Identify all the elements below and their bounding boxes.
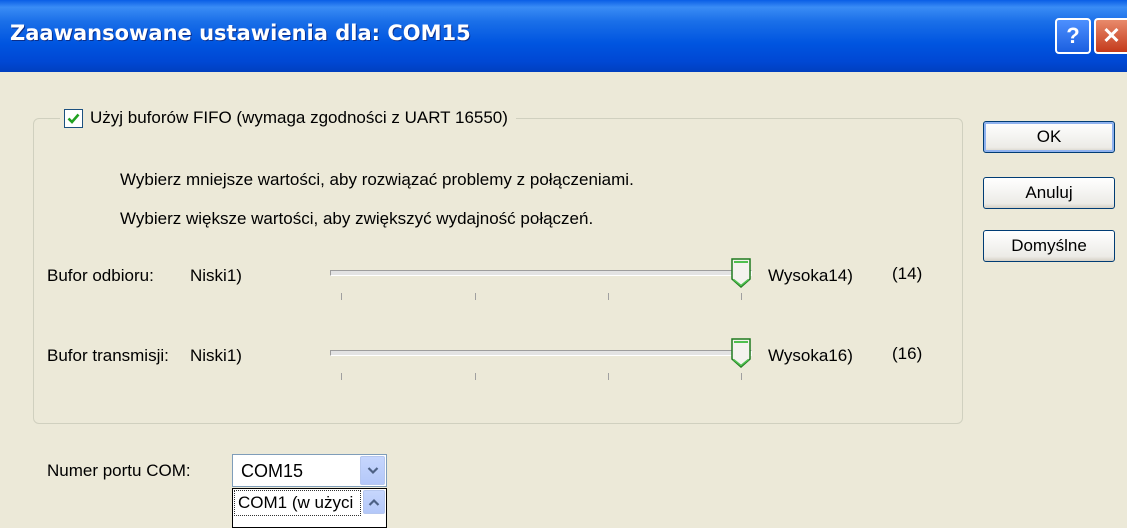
chevron-up-icon bbox=[368, 498, 380, 506]
defaults-button[interactable]: Domyślne bbox=[983, 230, 1115, 262]
ok-button[interactable]: OK bbox=[983, 121, 1115, 153]
help-icon: ? bbox=[1066, 23, 1080, 48]
receive-buffer-value: (14) bbox=[892, 264, 923, 283]
receive-tick bbox=[341, 293, 342, 300]
help-button[interactable]: ? bbox=[1055, 18, 1091, 54]
com-port-selected-value: COM15 bbox=[241, 461, 304, 481]
close-button[interactable]: ✕ bbox=[1094, 18, 1127, 54]
transmit-tick bbox=[741, 373, 742, 380]
transmit-buffer-value: (16) bbox=[892, 344, 923, 363]
transmit-buffer-max-label: Wysoka16) bbox=[768, 346, 853, 365]
check-icon bbox=[67, 113, 80, 124]
receive-tick bbox=[475, 293, 476, 300]
dialog-window: Zaawansowane ustawienia dla: COM15 ? ✕ U… bbox=[0, 0, 1127, 528]
transmit-tick bbox=[475, 373, 476, 380]
cancel-button[interactable]: Anuluj bbox=[983, 177, 1115, 209]
hint-lower-values: Wybierz mniejsze wartości, aby rozwiązać… bbox=[120, 170, 634, 189]
com-port-dropdown-list[interactable]: COM1 (w użyci bbox=[232, 488, 387, 528]
transmit-buffer-thumb[interactable] bbox=[731, 338, 751, 368]
receive-buffer-thumb[interactable] bbox=[731, 258, 751, 288]
title-bar[interactable]: Zaawansowane ustawienia dla: COM15 ? ✕ bbox=[0, 0, 1127, 72]
transmit-buffer-label: Bufor transmisji: bbox=[47, 346, 169, 365]
com-port-option[interactable]: COM1 (w użyci bbox=[234, 490, 361, 516]
receive-buffer-min-label: Niski1) bbox=[190, 266, 242, 285]
window-title: Zaawansowane ustawienia dla: COM15 bbox=[10, 21, 471, 45]
close-icon: ✕ bbox=[1102, 23, 1121, 48]
hint-higher-values: Wybierz większe wartości, aby zwiększyć … bbox=[120, 209, 594, 228]
chevron-down-icon bbox=[367, 467, 378, 475]
receive-buffer-label: Bufor odbioru: bbox=[47, 266, 154, 285]
receive-buffer-max-label: Wysoka14) bbox=[768, 266, 853, 285]
fifo-checkbox[interactable] bbox=[64, 108, 83, 128]
com-port-label: Numer portu COM: bbox=[47, 461, 191, 480]
com-port-dropdown-button[interactable] bbox=[360, 456, 385, 485]
fifo-checkbox-label: Użyj buforów FIFO (wymaga zgodności z UA… bbox=[90, 108, 508, 127]
transmit-tick bbox=[608, 373, 609, 380]
receive-buffer-track[interactable] bbox=[330, 270, 752, 276]
transmit-buffer-track[interactable] bbox=[330, 350, 752, 356]
com-port-select[interactable]: COM15 bbox=[232, 454, 387, 487]
fifo-checkbox-row[interactable]: Użyj buforów FIFO (wymaga zgodności z UA… bbox=[60, 105, 516, 131]
transmit-buffer-min-label: Niski1) bbox=[190, 346, 242, 365]
transmit-tick bbox=[341, 373, 342, 380]
receive-tick bbox=[741, 293, 742, 300]
receive-tick bbox=[608, 293, 609, 300]
dropdown-scroll-up-button[interactable] bbox=[363, 490, 385, 514]
